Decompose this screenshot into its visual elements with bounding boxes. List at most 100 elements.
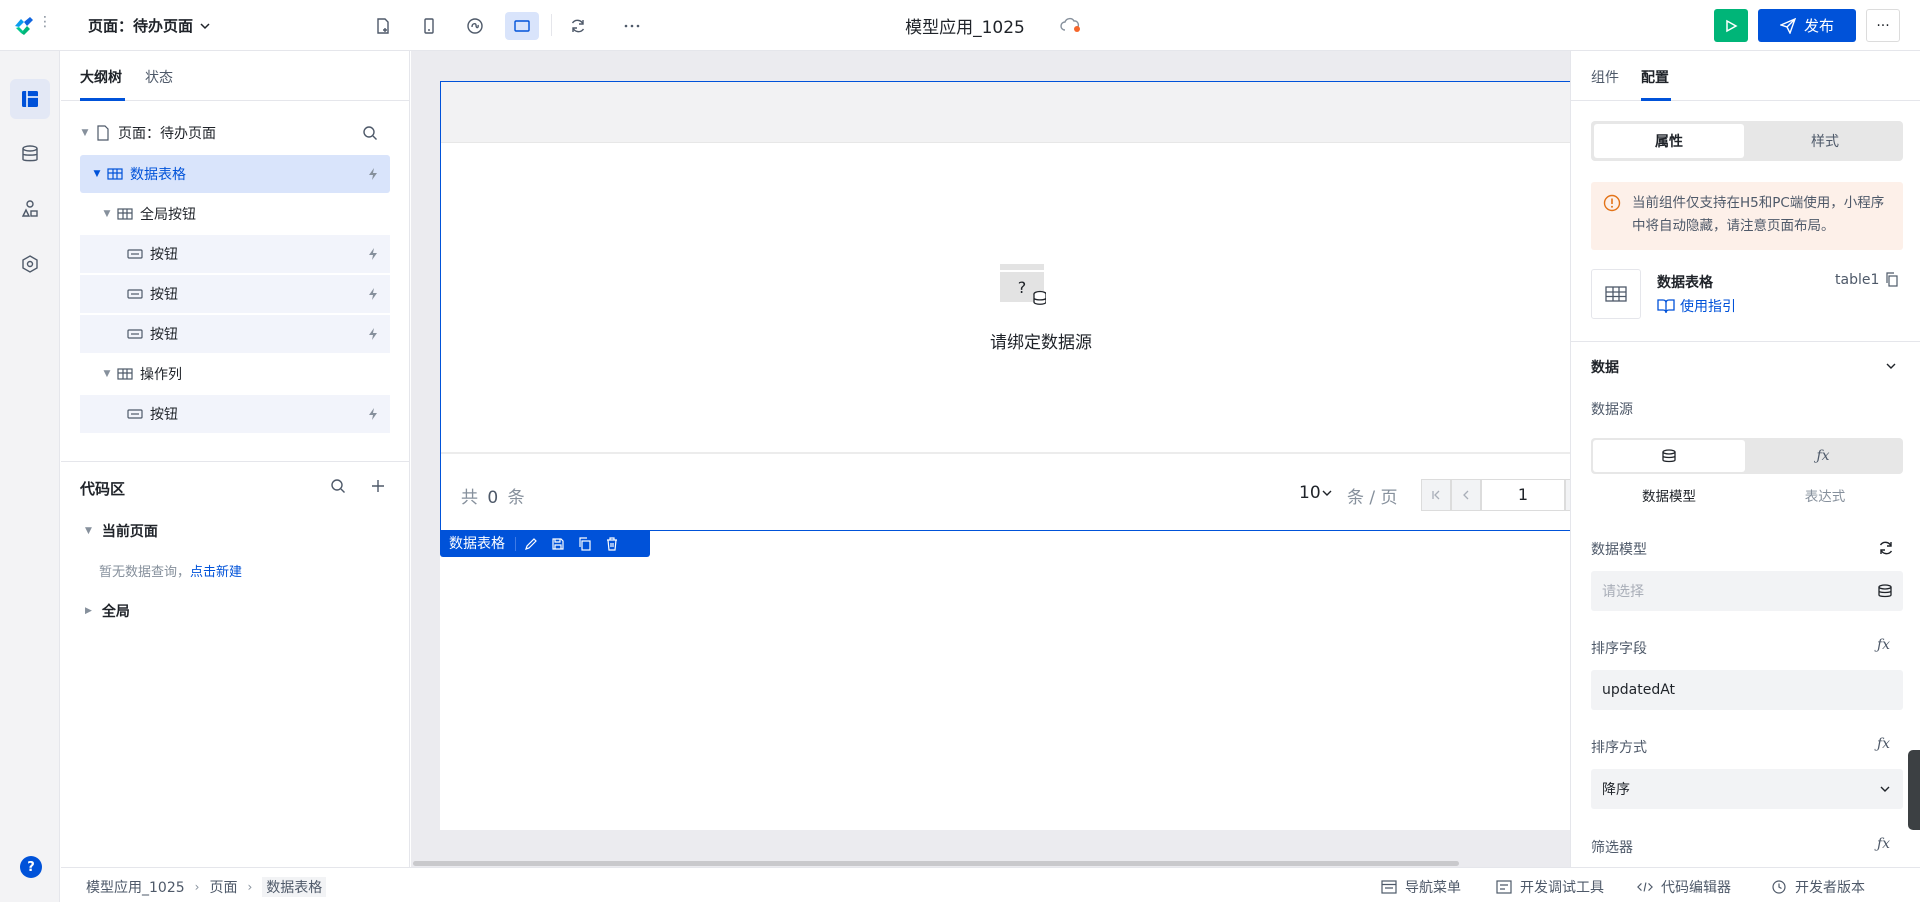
dev-version-tool[interactable]: 开发者版本 xyxy=(1771,877,1865,897)
filter-fx-icon[interactable]: ƒx xyxy=(1877,836,1890,852)
send-icon xyxy=(1779,17,1796,34)
tree-item-label: 按钮 xyxy=(150,407,178,423)
sort-field-input[interactable]: updatedAt xyxy=(1591,670,1903,710)
event-bolt-icon[interactable] xyxy=(366,167,380,181)
caret-down-icon[interactable]: ▼ xyxy=(80,128,90,138)
debug-tool[interactable]: 开发调试工具 xyxy=(1496,877,1604,897)
mobile-view-icon[interactable] xyxy=(412,12,446,40)
tree-item-action-column[interactable]: ▼ 操作列 xyxy=(80,355,390,393)
edit-icon[interactable] xyxy=(516,531,546,557)
chevron-right-icon: › xyxy=(247,880,253,894)
settings-hexagon-icon[interactable] xyxy=(10,244,50,284)
copy-icon[interactable] xyxy=(570,531,600,557)
event-bolt-icon[interactable] xyxy=(366,247,380,261)
save-icon[interactable] xyxy=(546,531,570,557)
page-size-select[interactable]: 10 xyxy=(1299,483,1333,503)
datasource-expression-option[interactable]: ƒx xyxy=(1747,440,1899,472)
nav-menu-tool[interactable]: 导航菜单 xyxy=(1381,877,1461,897)
event-bolt-icon[interactable] xyxy=(366,327,380,341)
datasource-type-switch: ƒx xyxy=(1591,438,1903,474)
breadcrumb: 模型应用_1025 › 页面 › 数据表格 xyxy=(86,877,327,897)
chevron-down-icon[interactable] xyxy=(1885,361,1897,371)
tree-root-page[interactable]: ▼ 页面：待办页面 xyxy=(80,114,390,152)
code-global[interactable]: ▶ 全局 xyxy=(85,601,130,621)
preview-run-button[interactable] xyxy=(1714,9,1748,42)
prev-page-icon[interactable] xyxy=(1451,479,1481,511)
code-editor-tool[interactable]: 代码编辑器 xyxy=(1637,877,1731,897)
more-button[interactable]: ··· xyxy=(1866,9,1900,42)
cloud-sync-icon[interactable] xyxy=(1060,16,1082,34)
horizontal-scrollbar[interactable] xyxy=(413,861,1459,866)
tab-state[interactable]: 状态 xyxy=(145,67,173,87)
more-tools-icon[interactable] xyxy=(615,12,649,40)
property-style-switch: 属性 样式 xyxy=(1591,121,1903,161)
nav-menu-label: 导航菜单 xyxy=(1405,880,1461,896)
tree-item-button[interactable]: 按钮 xyxy=(80,275,390,313)
tab-styles[interactable]: 样式 xyxy=(1750,124,1900,158)
data-table-component[interactable]: ? 请绑定数据源 共 0 条 10 条 / 页 1 / 1 xyxy=(440,81,1570,531)
add-query-icon[interactable] xyxy=(369,477,387,495)
caret-down-icon[interactable]: ▼ xyxy=(85,526,92,536)
tab-config[interactable]: 配置 xyxy=(1641,67,1669,87)
top-bar: ⋮ 页面：待办页面 模型应用_1025 发布 ··· xyxy=(0,0,1920,51)
caret-down-icon[interactable]: ▼ xyxy=(92,169,102,179)
outline-panel-icon[interactable] xyxy=(10,79,50,119)
pc-view-icon[interactable] xyxy=(505,12,539,40)
sort-order-fx-icon[interactable]: ƒx xyxy=(1877,736,1890,752)
global-label: 全局 xyxy=(101,604,130,620)
sort-field-fx-icon[interactable]: ƒx xyxy=(1877,637,1890,653)
new-page-icon[interactable] xyxy=(366,12,400,40)
tree-item-label: 按钮 xyxy=(150,327,178,343)
dev-version-label: 开发者版本 xyxy=(1795,880,1865,896)
tree-item-global-buttons[interactable]: ▼ 全局按钮 xyxy=(80,195,390,233)
breadcrumb-app[interactable]: 模型应用_1025 xyxy=(86,877,185,897)
datasource-model-option[interactable] xyxy=(1593,440,1745,472)
config-panel: 组件 配置 属性 样式 当前组件仅支持在H5和PC端使用，小程序中将自动隐藏，请… xyxy=(1570,51,1920,867)
tab-outline-tree[interactable]: 大纲树 xyxy=(80,67,122,87)
app-title: 模型应用_1025 xyxy=(905,18,1025,38)
page-size-unit: 条 / 页 xyxy=(1347,488,1398,508)
data-model-select[interactable]: 请选择 xyxy=(1591,571,1903,611)
page-selector[interactable]: 页面：待办页面 xyxy=(88,15,211,36)
page-number-input[interactable]: 1 xyxy=(1481,479,1565,511)
tree-search-icon[interactable] xyxy=(362,125,378,145)
component-name: 数据表格 xyxy=(1657,275,1713,291)
database-icon[interactable] xyxy=(10,134,50,174)
publish-button[interactable]: 发布 xyxy=(1758,9,1856,42)
page-selector-label: 页面：待办页面 xyxy=(88,17,194,35)
tree-item-button[interactable]: 按钮 xyxy=(80,395,390,433)
app-logo[interactable] xyxy=(12,14,36,38)
chevron-right-icon: › xyxy=(194,880,200,894)
play-icon xyxy=(1726,19,1738,32)
usage-guide-link[interactable]: 使用指引 xyxy=(1657,296,1736,316)
components-icon[interactable] xyxy=(10,189,50,229)
help-icon[interactable]: ? xyxy=(20,856,42,878)
tab-properties[interactable]: 属性 xyxy=(1594,124,1744,158)
refresh-icon[interactable] xyxy=(561,12,595,40)
tree-item-data-table[interactable]: ▼ 数据表格 xyxy=(80,155,390,193)
tree-item-button[interactable]: 按钮 xyxy=(80,235,390,273)
app-menu-icon[interactable]: ⋮ xyxy=(38,14,52,38)
first-page-icon[interactable] xyxy=(1421,479,1451,511)
floating-edge-widget[interactable] xyxy=(1908,750,1920,830)
create-query-link[interactable]: 点击新建 xyxy=(190,565,242,580)
sort-order-select[interactable]: 降序 xyxy=(1591,769,1903,809)
breadcrumb-page[interactable]: 页面 xyxy=(209,877,237,897)
tab-components[interactable]: 组件 xyxy=(1591,67,1619,87)
mini-program-view-icon[interactable] xyxy=(458,12,492,40)
breadcrumb-component[interactable]: 数据表格 xyxy=(262,877,327,897)
event-bolt-icon[interactable] xyxy=(366,287,380,301)
caret-down-icon[interactable]: ▼ xyxy=(102,369,112,379)
copy-id-icon[interactable] xyxy=(1885,272,1899,288)
code-current-page[interactable]: ▼ 当前页面 xyxy=(85,521,158,541)
total-count: 0 xyxy=(487,488,501,508)
refresh-icon[interactable] xyxy=(1877,539,1895,557)
delete-icon[interactable] xyxy=(600,531,624,557)
caret-down-icon[interactable]: ▼ xyxy=(102,209,112,219)
tree-item-button[interactable]: 按钮 xyxy=(80,315,390,353)
code-search-icon[interactable] xyxy=(329,477,347,495)
button-component-icon xyxy=(126,246,144,262)
caret-right-icon[interactable]: ▶ xyxy=(85,606,92,616)
datasource-label: 数据源 xyxy=(1591,402,1633,418)
event-bolt-icon[interactable] xyxy=(366,407,380,421)
